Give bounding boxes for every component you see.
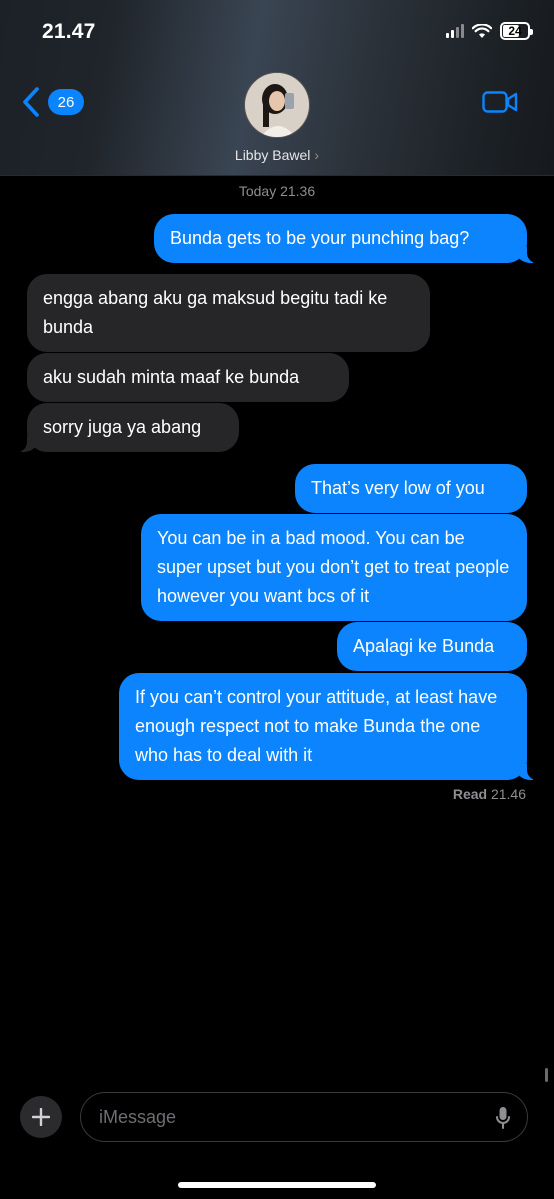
wifi-icon (472, 23, 492, 38)
video-camera-icon (482, 91, 518, 113)
battery-icon: 24 (500, 22, 533, 40)
message-bubble-incoming[interactable]: engga abang aku ga maksud begitu tadi ke… (27, 274, 430, 352)
message-text: Bunda gets to be your punching bag? (170, 228, 470, 248)
chevron-right-icon: › (314, 147, 320, 163)
apps-plus-button[interactable] (20, 1096, 62, 1138)
message-text: That’s very low of you (311, 478, 485, 498)
message-bubble-outgoing[interactable]: Bunda gets to be your punching bag? (154, 214, 539, 263)
message-text: You can be in a bad mood. You can be sup… (157, 528, 510, 606)
avatar-photo (245, 73, 309, 137)
cellular-signal-icon (446, 24, 464, 38)
message-bubble-outgoing[interactable]: That’s very low of you (295, 464, 527, 513)
message-bubble-incoming[interactable]: aku sudah minta maaf ke bunda (27, 353, 349, 402)
scroll-indicator[interactable] (545, 1068, 548, 1082)
status-icons: 24 (446, 22, 533, 40)
battery-level: 24 (508, 24, 522, 38)
status-time: 21.47 (42, 20, 96, 43)
conversation-header: 21.47 24 26 Libby Bawel › (0, 0, 554, 176)
message-text: aku sudah minta maaf ke bunda (43, 367, 300, 387)
message-bubble-outgoing[interactable]: You can be in a bad mood. You can be sup… (141, 514, 527, 621)
conversation-timestamp: Today 21.36 (238, 183, 316, 199)
contact-name-button[interactable]: Libby Bawel › (0, 147, 554, 163)
message-input-placeholder: iMessage (99, 1106, 177, 1127)
message-bubble-outgoing[interactable]: Apalagi ke Bunda (337, 622, 527, 671)
message-bubble-incoming[interactable]: sorry juga ya abang (15, 403, 239, 452)
plus-icon (32, 1108, 50, 1126)
home-indicator[interactable] (178, 1182, 376, 1188)
read-label: Read (452, 786, 488, 802)
message-bubble-outgoing[interactable]: If you can’t control your attitude, at l… (119, 673, 539, 780)
message-text: sorry juga ya abang (43, 417, 202, 437)
chevron-left-icon (23, 87, 39, 117)
microphone-icon (496, 1107, 510, 1129)
message-input[interactable]: iMessage (80, 1092, 528, 1142)
contact-avatar[interactable] (244, 72, 310, 138)
facetime-video-button[interactable] (482, 90, 518, 119)
message-text: engga abang aku ga maksud begitu tadi ke… (43, 288, 388, 337)
contact-name: Libby Bawel (234, 147, 311, 163)
message-text: Apalagi ke Bunda (353, 636, 495, 656)
message-text: If you can’t control your attitude, at l… (135, 687, 498, 765)
unread-count-badge: 26 (48, 89, 84, 115)
dictation-button[interactable] (495, 1106, 511, 1135)
back-button[interactable]: 26 (20, 86, 84, 118)
read-receipt: Read 21.46 (453, 786, 526, 802)
read-time: 21.46 (490, 786, 526, 802)
